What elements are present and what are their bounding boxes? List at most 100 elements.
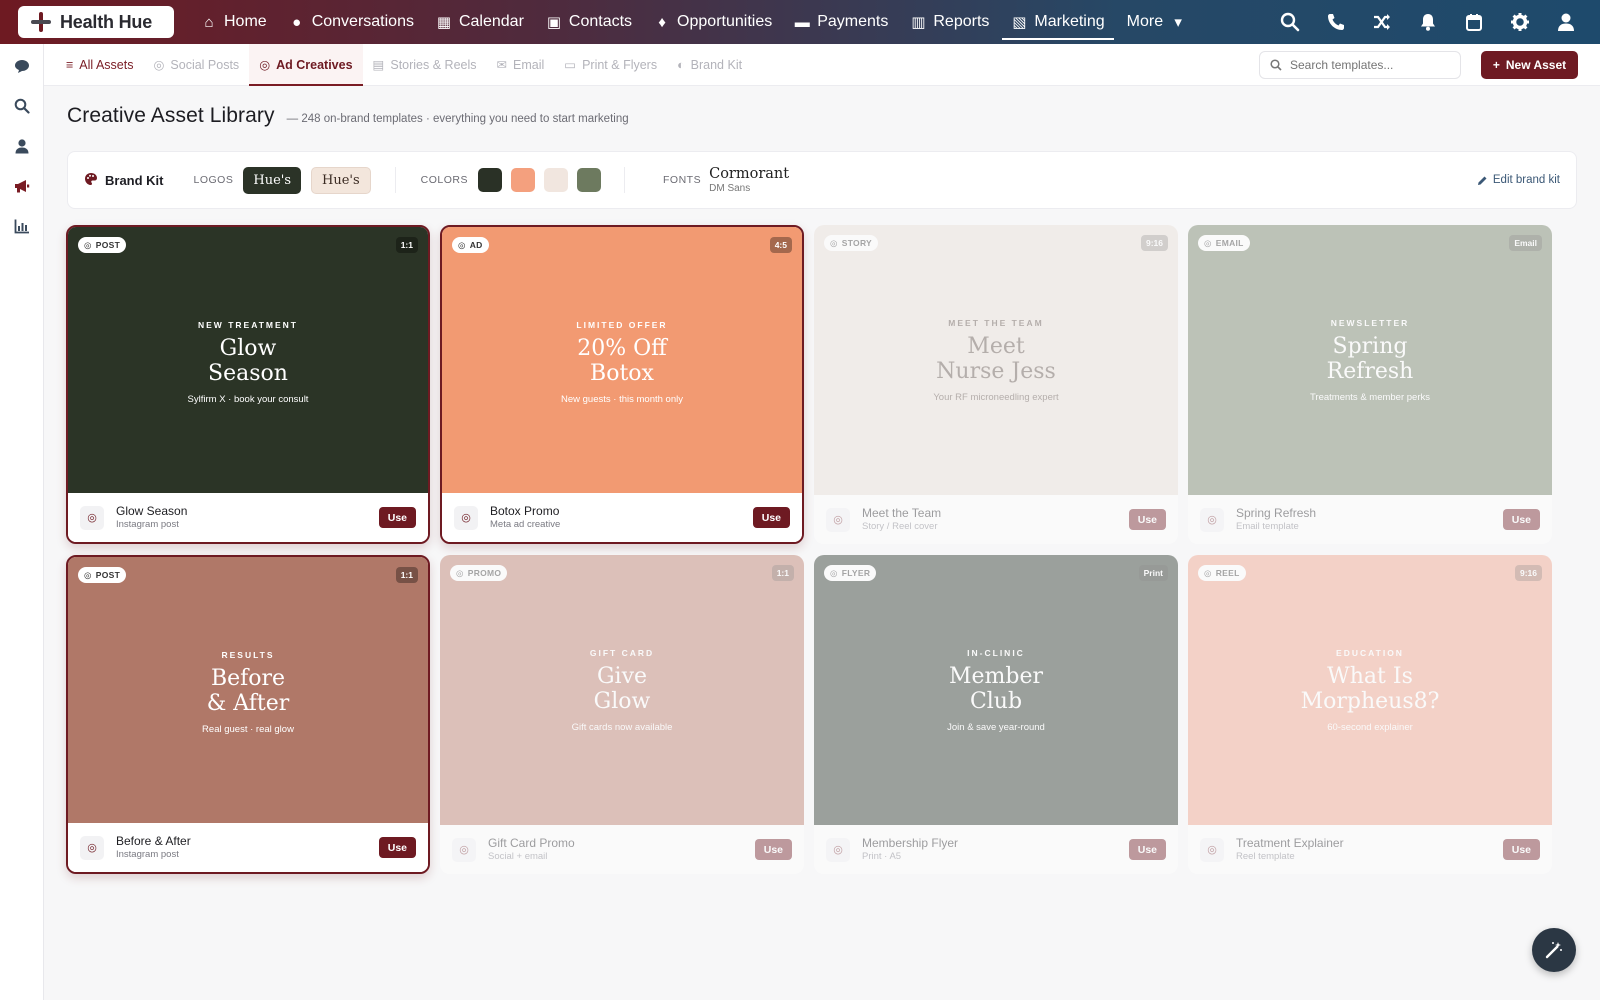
asset-card[interactable]: ◎ STORY 9:16 MEET THE TEAM Meet Nurse Jess You… bbox=[814, 225, 1178, 544]
thumbnail-kicker: GIFT CARD bbox=[589, 647, 655, 658]
card-thumbnail[interactable]: ◎ PROMO 1:1 GIFT CARD Give Glow Gift cards now… bbox=[440, 555, 804, 825]
tab-social-posts[interactable]: ◎ Social Posts bbox=[143, 44, 249, 86]
format-icon: ◎ bbox=[1204, 237, 1212, 248]
format-badge-label: POST bbox=[95, 570, 121, 580]
tab-email-label: Email bbox=[513, 57, 545, 72]
nav-payments[interactable]: ▬ Payments bbox=[783, 0, 899, 44]
asset-type-icon: ◎ bbox=[1200, 507, 1224, 532]
phone-icon[interactable] bbox=[1316, 2, 1356, 42]
color-swatch-2[interactable] bbox=[511, 168, 536, 192]
card-thumbnail[interactable]: ◎ FLYER Print IN-CLINIC Member Club Join & sav… bbox=[814, 555, 1178, 825]
nav-home[interactable]: ⌂ Home bbox=[190, 0, 278, 44]
thumbnail-headline-line-1: Glow bbox=[219, 335, 277, 361]
thumbnail-tagline: Treatments & member perks bbox=[1309, 391, 1431, 403]
use-template-button[interactable]: Use bbox=[1502, 839, 1540, 860]
tab-all-assets[interactable]: ≡ All Assets bbox=[56, 44, 143, 86]
nav-more[interactable]: More ▾ bbox=[1116, 0, 1197, 44]
card-thumbnail[interactable]: ◎ STORY 9:16 MEET THE TEAM Meet Nurse Jess You… bbox=[814, 225, 1178, 495]
chat-bubble-icon[interactable] bbox=[0, 46, 44, 86]
fonts-label: FONTS bbox=[663, 174, 702, 186]
magic-wand-button[interactable] bbox=[1532, 928, 1576, 972]
card-thumbnail[interactable]: ◎ AD 4:5 LIMITED OFFER 20% Off Botox New guest… bbox=[442, 227, 802, 497]
tab-stories-reels-label: Stories & Reels bbox=[390, 57, 477, 72]
use-template-button[interactable]: Use bbox=[378, 507, 416, 528]
format-icon: ◎ bbox=[456, 567, 464, 578]
color-swatch-4[interactable] bbox=[577, 168, 602, 192]
user-profile-icon[interactable] bbox=[1546, 2, 1586, 42]
bell-icon[interactable] bbox=[1408, 2, 1448, 42]
aspect-ratio-badge: 4:5 bbox=[769, 237, 792, 253]
nav-marketing[interactable]: ▧ Marketing bbox=[1000, 0, 1115, 44]
plus-icon: + bbox=[1492, 57, 1500, 72]
app-logo[interactable]: Health Hue bbox=[18, 6, 174, 38]
analytics-chart-icon[interactable] bbox=[0, 206, 44, 246]
palette-icon: ◐ bbox=[677, 57, 685, 72]
asset-card[interactable]: ◎ POST 1:1 RESULTS Before & After Real guest ·… bbox=[66, 555, 430, 874]
search-icon[interactable] bbox=[0, 86, 44, 126]
page-title: Creative Asset Library bbox=[67, 104, 275, 127]
color-swatch-3[interactable] bbox=[544, 168, 569, 192]
card-meta: Meet the Team Story / Reel cover bbox=[862, 506, 941, 533]
asset-card[interactable]: ◎ AD 4:5 LIMITED OFFER 20% Off Botox New guest… bbox=[440, 225, 804, 544]
nav-opportunities[interactable]: ♦ Opportunities bbox=[643, 0, 783, 44]
font-secondary: DM Sans bbox=[709, 182, 751, 194]
use-template-button[interactable]: Use bbox=[1128, 509, 1166, 530]
use-template-button[interactable]: Use bbox=[1128, 839, 1166, 860]
card-footer: ◎ Before & After Instagram post Use bbox=[68, 823, 428, 872]
format-badge: ◎ STORY bbox=[824, 235, 879, 251]
gear-icon[interactable] bbox=[1500, 2, 1540, 42]
calendar-icon[interactable] bbox=[1454, 2, 1494, 42]
home-icon: ⌂ bbox=[204, 13, 214, 31]
edit-brand-kit-link[interactable]: Edit brand kit bbox=[1477, 174, 1560, 186]
search-input[interactable] bbox=[1290, 57, 1440, 72]
thumbnail-tagline: Real guest · real glow bbox=[202, 723, 294, 735]
thumbnail-headline-line-2: Nurse Jess bbox=[936, 358, 1056, 384]
format-icon: ◎ bbox=[830, 567, 838, 578]
format-icon: ◎ bbox=[84, 239, 92, 250]
use-template-button[interactable]: Use bbox=[754, 839, 792, 860]
color-swatch-1[interactable] bbox=[478, 168, 503, 192]
logo-variant-light[interactable]: Hue's bbox=[311, 166, 371, 194]
thumbnail-headline-line-2: Morpheus8? bbox=[1300, 688, 1440, 714]
asset-card[interactable]: ◎ PROMO 1:1 GIFT CARD Give Glow Gift cards now… bbox=[440, 555, 804, 874]
card-thumbnail[interactable]: ◎ POST 1:1 NEW TREATMENT Glow Season Sylfirm X… bbox=[68, 227, 428, 497]
shuffle-icon[interactable] bbox=[1362, 2, 1402, 42]
logo-variant-dark[interactable]: Hue's bbox=[243, 166, 302, 194]
format-badge-label: EMAIL bbox=[1215, 238, 1244, 248]
asset-card[interactable]: ◎ EMAIL Email NEWSLETTER Spring Refresh Treatm… bbox=[1188, 225, 1552, 544]
nav-contacts[interactable]: ▣ Contacts bbox=[535, 0, 643, 44]
use-template-button[interactable]: Use bbox=[752, 507, 790, 528]
card-thumbnail[interactable]: ◎ EMAIL Email NEWSLETTER Spring Refresh Treatm… bbox=[1188, 225, 1552, 495]
palette-icon bbox=[84, 172, 98, 189]
tab-email[interactable]: ✉ Email bbox=[487, 44, 555, 86]
person-icon[interactable] bbox=[0, 126, 44, 166]
tab-social-posts-label: Social Posts bbox=[170, 57, 240, 72]
card-thumbnail[interactable]: ◎ POST 1:1 RESULTS Before & After Real guest ·… bbox=[68, 557, 428, 827]
nav-conversations[interactable]: ● Conversations bbox=[278, 0, 425, 44]
megaphone-icon[interactable] bbox=[0, 166, 44, 206]
film-icon: ▤ bbox=[372, 58, 385, 72]
use-template-button[interactable]: Use bbox=[378, 837, 416, 858]
format-badge: ◎ FLYER bbox=[824, 565, 877, 581]
nav-reports[interactable]: ▥ Reports bbox=[899, 0, 1000, 44]
tab-print-flyers[interactable]: ▭ Print & Flyers bbox=[554, 44, 667, 86]
printer-icon: ▭ bbox=[564, 58, 577, 72]
use-template-button[interactable]: Use bbox=[1502, 509, 1540, 530]
magic-wand-icon bbox=[1545, 942, 1562, 959]
card-thumbnail[interactable]: ◎ REEL 9:16 EDUCATION What Is Morpheus8? 60-se… bbox=[1188, 555, 1552, 825]
search-icon[interactable] bbox=[1270, 2, 1310, 42]
format-badge: ◎ POST bbox=[78, 567, 127, 583]
tab-brand-kit[interactable]: ◐ Brand Kit bbox=[667, 44, 752, 86]
new-asset-button[interactable]: + New Asset bbox=[1481, 50, 1578, 79]
font-stack: Cormorant DM Sans bbox=[709, 166, 789, 194]
main-nav: ⌂ Home ● Conversations ▦ Calendar ▣ Contacts… bbox=[190, 0, 1197, 44]
asset-name: Spring Refresh bbox=[1236, 506, 1317, 521]
nav-calendar[interactable]: ▦ Calendar bbox=[425, 0, 535, 44]
asset-card[interactable]: ◎ POST 1:1 NEW TREATMENT Glow Season Sylfirm X… bbox=[66, 225, 430, 544]
asset-card[interactable]: ◎ FLYER Print IN-CLINIC Member Club Join & sav… bbox=[814, 555, 1178, 874]
tab-ad-creatives[interactable]: ◎ Ad Creatives bbox=[249, 43, 363, 86]
tab-stories-reels[interactable]: ▤ Stories & Reels bbox=[363, 44, 487, 86]
nav-reports-label: Reports bbox=[933, 13, 990, 30]
left-icon-rail bbox=[0, 44, 44, 1000]
asset-card[interactable]: ◎ REEL 9:16 EDUCATION What Is Morpheus8? 60-se… bbox=[1188, 555, 1552, 874]
